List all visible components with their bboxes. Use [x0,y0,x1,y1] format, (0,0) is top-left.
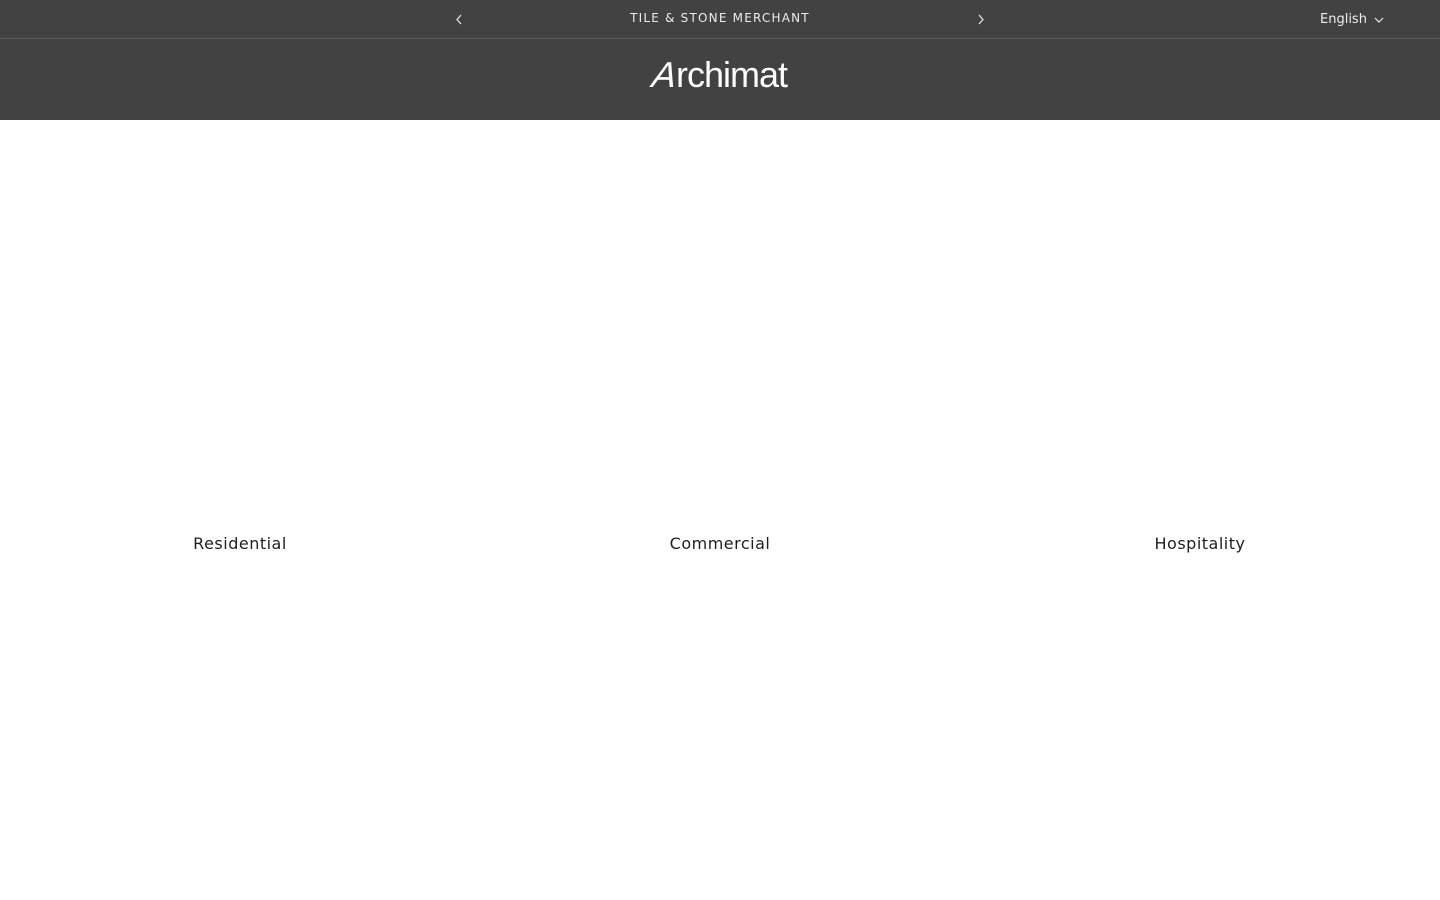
announcement-prev-button[interactable] [448,9,470,29]
collection-card-residential[interactable]: Residential [0,120,480,580]
announcement-next-button[interactable] [970,9,992,29]
collection-card-commercial[interactable]: Commercial [480,120,960,580]
chevron-left-icon [456,14,462,24]
collection-card-hospitality[interactable]: Hospitality [960,120,1440,580]
logo-text: Archimat [646,53,788,97]
language-selector[interactable]: English [1310,8,1390,30]
main-content: Residential Commercial Hospitality [0,120,1440,900]
site-logo[interactable]: Archimat [620,53,820,97]
collection-image[interactable] [0,120,480,520]
collection-label[interactable]: Hospitality [960,534,1440,553]
announcement-text: TILE & STONE MERCHANT [630,11,810,25]
collection-image[interactable] [480,120,960,520]
collection-label[interactable]: Commercial [480,534,960,553]
chevron-down-icon [1374,17,1384,23]
chevron-right-icon [978,14,984,24]
language-selected-label: English [1320,11,1367,27]
collection-image[interactable] [960,120,1440,520]
site-header: Archimat [0,39,1440,120]
logo-rest: rchimat [675,54,788,95]
announcement-bar: TILE & STONE MERCHANT English [0,0,1440,39]
collection-label[interactable]: Residential [0,534,480,553]
